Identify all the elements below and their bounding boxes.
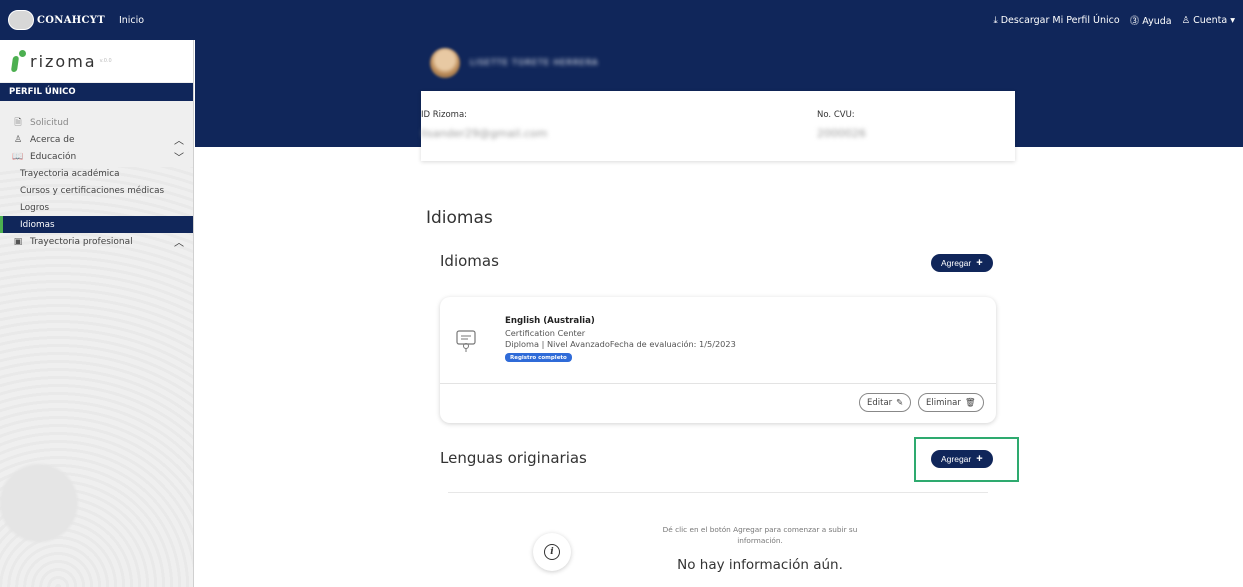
sidebar-subitem-cursos[interactable]: Cursos y certificaciones médicas [0, 182, 193, 199]
language-name: English (Australia) [505, 316, 595, 326]
profile-name: LISETTE TORETE HERRERA [470, 58, 599, 67]
add-lengua-button[interactable]: Agregar + [931, 450, 993, 468]
caret-down-icon: ▾ [1230, 14, 1235, 26]
plus-icon: + [976, 453, 983, 465]
top-bar: CONAHCYT Inicio ⤓ Descargar Mi Perfil Úni… [0, 0, 1243, 40]
rizoma-logo[interactable]: rizoma v.0.0 [0, 40, 193, 82]
plus-icon: + [976, 257, 983, 269]
info-icon: i [533, 533, 571, 571]
chevron-up-icon: ︿ [174, 136, 184, 147]
download-icon: ⤓ [993, 14, 998, 26]
section-divider [448, 492, 988, 493]
card-divider [440, 383, 996, 384]
pencil-icon: ✎ [896, 397, 904, 408]
book-icon: 📖 [12, 151, 24, 162]
idiomas-section-title: Idiomas [440, 252, 499, 270]
topbar-actions: ⤓ Descargar Mi Perfil Único ⓷ Ayuda ♙ Cuent… [994, 13, 1235, 28]
language-detail: Diploma | Nivel AvanzadoFecha de evaluac… [505, 339, 736, 349]
brand-name: CONAHCYT [37, 14, 105, 26]
sidebar: rizoma v.0.0 PERFIL ÚNICO 🗎 Solicitud ♙ … [0, 40, 194, 587]
language-certification-center: Certification Center [505, 328, 586, 338]
sidebar-subitem-idiomas[interactable]: Idiomas [0, 216, 193, 233]
download-profile-link[interactable]: ⤓ Descargar Mi Perfil Único [994, 15, 1120, 26]
sidebar-item-trayectoria-profesional[interactable]: ▣ Trayectoria profesional ︿ [0, 233, 193, 250]
rizoma-mark-icon [10, 50, 26, 72]
badge-icon: ▣ [13, 236, 23, 247]
trash-icon: 🗑 [964, 397, 976, 408]
certificate-icon [456, 329, 476, 353]
cvu-label: No. CVU: [817, 110, 855, 120]
account-menu[interactable]: ♙ Cuenta ▾ [1182, 15, 1235, 26]
empty-state-title: No hay información aún. [677, 557, 843, 573]
language-card: English (Australia) Certification Center… [440, 297, 996, 423]
user-icon: ♙ [1181, 14, 1191, 26]
document-icon: 🗎 [14, 117, 22, 128]
help-icon: ⓷ [1129, 16, 1140, 27]
chevron-down-icon: ﹀ [174, 153, 184, 164]
sidebar-nav: 🗎 Solicitud ♙ Acerca de ︿ 📖 Educación ﹀ … [0, 114, 193, 250]
chevron-up-icon: ︿ [174, 238, 184, 249]
inicio-link[interactable]: Inicio [119, 15, 144, 26]
avatar [430, 48, 460, 78]
status-badge: Registro completo [505, 353, 572, 362]
cvu-value: 2000026 [817, 127, 866, 140]
person-icon: ♙ [13, 134, 23, 145]
id-rizoma-value: lisander29@gmail.com [421, 127, 548, 140]
help-link[interactable]: ⓷ Ayuda [1130, 13, 1172, 27]
rizoma-logo-text: rizoma [30, 51, 97, 71]
sidebar-item-acerca-de[interactable]: ♙ Acerca de ︿ [0, 131, 193, 148]
edit-button[interactable]: Editar ✎ [859, 393, 912, 412]
add-idioma-button[interactable]: Agregar + [931, 254, 993, 272]
sidebar-item-educacion[interactable]: 📖 Educación ﹀ [0, 148, 193, 165]
delete-button[interactable]: Eliminar 🗑 [918, 393, 984, 412]
id-rizoma-label: ID Rizoma: [421, 110, 468, 120]
profile-id-card: ID Rizoma: lisander29@gmail.com No. CVU:… [421, 91, 1015, 161]
page-title: Idiomas [426, 208, 493, 228]
rizoma-version: v.0.0 [99, 58, 112, 64]
sidebar-subitem-trayectoria-academica[interactable]: Trayectoria académica [0, 165, 193, 182]
sidebar-item-solicitud[interactable]: 🗎 Solicitud [0, 114, 193, 131]
sidebar-subitem-logros[interactable]: Logros [0, 199, 193, 216]
conahcyt-logo-icon [8, 10, 34, 30]
lenguas-originarias-title: Lenguas originarias [440, 449, 587, 467]
empty-hint: Dé clic en el botón Agregar para comenza… [662, 525, 858, 545]
perfil-unico-header: PERFIL ÚNICO [0, 83, 193, 101]
